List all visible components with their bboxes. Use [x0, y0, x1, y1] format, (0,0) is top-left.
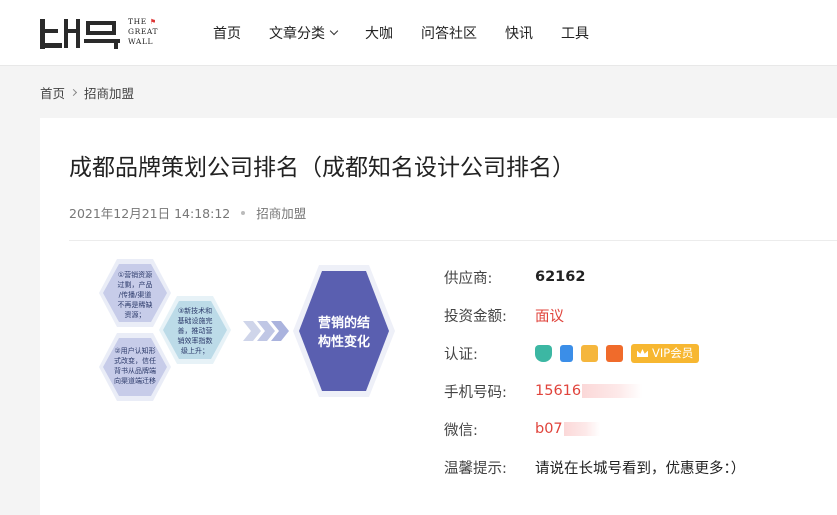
supplier-info: 供应商: 62162 投资金额: 面议 认证: VIP会员 手机号码: 1561…: [444, 258, 745, 486]
check-icon[interactable]: [606, 344, 623, 362]
breadcrumb: 首页 招商加盟: [40, 83, 134, 102]
wechat-label: 微信:: [444, 422, 478, 439]
chevron-right-icon: [69, 88, 78, 97]
site-logo[interactable]: THE ⚑ GREAT WALL: [40, 12, 158, 52]
site-header: THE ⚑ GREAT WALL 首页 文章分类 大咖 问答社区 快讯 工具: [0, 0, 837, 66]
nav-home[interactable]: 首页: [213, 23, 241, 43]
investment-label: 投资金额:: [444, 308, 507, 325]
chevron-down-icon: [329, 26, 339, 36]
logo-mark-icon: [40, 15, 122, 49]
investment-row: 投资金额: 面议: [444, 296, 745, 334]
certification-row: 认证: VIP会员: [444, 334, 745, 372]
hex1-line-3: /传播/渠道: [119, 290, 152, 299]
breadcrumb-current[interactable]: 招商加盟: [84, 83, 134, 102]
tip-label: 温馨提示:: [444, 460, 507, 477]
nav-qa-community[interactable]: 问答社区: [421, 23, 477, 43]
marketing-structure-graphic: ①营销资源 过剩，产品 /传播/渠道 不再是稀缺 资源； ②用户认知形 式改变，…: [99, 259, 395, 401]
vip-badge[interactable]: VIP会员: [631, 343, 700, 363]
article-card: 成都品牌策划公司排名（成都知名设计公司排名） 2021年12月21日 14:18…: [40, 118, 837, 515]
main-hex-line-2: 构性变化: [318, 334, 370, 350]
hex2-line-1: ②用户认知形: [114, 346, 155, 355]
cert-badges: VIP会员: [535, 343, 700, 363]
hex2-line-4: 向渠道端迁移: [114, 376, 156, 385]
supplier-value: 62162: [535, 269, 586, 285]
meta-separator: [241, 210, 246, 215]
main-nav: 首页 文章分类 大咖 问答社区 快讯 工具: [213, 0, 617, 66]
hex3-line-4: 销效率指数: [178, 336, 213, 345]
hex3-line-5: 级上升；: [181, 346, 209, 355]
hex1-line-2: 过剩，产品: [118, 280, 153, 289]
supplier-label: 供应商:: [444, 270, 493, 287]
phone-value[interactable]: 15616: [535, 383, 643, 399]
wechat-value[interactable]: b07: [535, 421, 600, 437]
flag-icon: ⚑: [149, 18, 157, 26]
article-meta: 2021年12月21日 14:18:12 招商加盟: [69, 203, 306, 222]
hex3-line-2: 基础设施完: [178, 316, 213, 325]
hex1-line-5: 资源；: [125, 310, 146, 319]
phone-row: 手机号码: 15616: [444, 372, 745, 410]
wechat-row: 微信: b07: [444, 410, 745, 448]
supplier-row: 供应商: 62162: [444, 258, 745, 296]
crown-icon: [637, 349, 648, 357]
investment-value: 面议: [535, 308, 564, 325]
divider: [69, 240, 837, 241]
cert-label: 认证:: [444, 346, 478, 363]
nav-article-categories[interactable]: 文章分类: [269, 23, 339, 43]
shield-icon[interactable]: [535, 344, 552, 362]
nav-news-flash[interactable]: 快讯: [505, 23, 533, 43]
nav-tools[interactable]: 工具: [561, 23, 589, 43]
hex1-line-1: ①营销资源: [118, 270, 152, 279]
logo-wordmark: THE ⚑ GREAT WALL: [128, 17, 159, 46]
page-title: 成都品牌策划公司排名（成都知名设计公司排名）: [69, 155, 575, 181]
nav-experts[interactable]: 大咖: [365, 23, 393, 43]
masked-text: [563, 422, 600, 436]
main-hex-line-1: 营销的结: [318, 315, 370, 331]
tip-value: 请说在长城号看到，优惠更多：）: [535, 460, 746, 477]
masked-text: [582, 384, 643, 398]
hex3-line-3: 善，推动营: [178, 326, 213, 335]
article-date: 2021年12月21日 14:18:12: [69, 206, 231, 221]
hex2-line-2: 式改变，信任: [114, 356, 156, 365]
phone-icon[interactable]: [560, 344, 573, 362]
breadcrumb-home[interactable]: 首页: [40, 83, 65, 102]
hex1-line-4: 不再是稀缺: [118, 300, 153, 309]
article-category[interactable]: 招商加盟: [256, 203, 306, 222]
tip-row: 温馨提示: 请说在长城号看到，优惠更多：）: [444, 448, 745, 486]
card-icon[interactable]: [581, 344, 598, 362]
phone-label: 手机号码:: [444, 384, 507, 401]
hex3-line-1: ③新技术和: [178, 306, 212, 315]
hex2-line-3: 背书从品牌端: [114, 366, 156, 375]
